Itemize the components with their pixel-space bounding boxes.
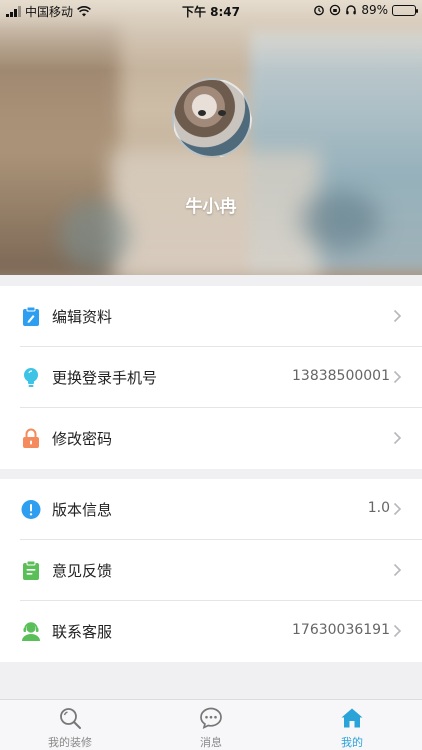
- battery-percent: 89%: [361, 3, 388, 17]
- chevron-right-icon: [393, 624, 402, 638]
- menu-item-label: 意见反馈: [52, 562, 113, 580]
- menu-item-label: 编辑资料: [52, 308, 113, 326]
- status-bar: 中国移动 下午 8:47 89%: [0, 0, 422, 22]
- menu-item-value: 1.0: [367, 500, 390, 516]
- lock-icon: [23, 428, 39, 448]
- menu-item-version[interactable]: 版本信息 1.0: [0, 479, 422, 540]
- orientation-lock-icon: [330, 4, 341, 16]
- chevron-right-icon: [393, 431, 402, 445]
- chat-icon: [200, 707, 222, 730]
- headphones-icon: [346, 5, 357, 15]
- alarm-icon: [314, 5, 325, 16]
- tab-label: 我的装修: [48, 736, 92, 749]
- menu-item-edit-profile[interactable]: 编辑资料: [0, 286, 422, 347]
- battery-icon: [392, 4, 418, 16]
- customer-service-icon: [22, 622, 40, 641]
- username: 牛小冉: [185, 197, 237, 217]
- menu-item-change-phone[interactable]: 更换登录手机号 13838500001: [0, 347, 422, 408]
- settings-group-account: 编辑资料 更换登录手机号 13838500001 修改密码: [0, 286, 422, 469]
- bottom-tab-bar: 我的装修 消息 我的: [0, 699, 422, 750]
- menu-item-customer-service[interactable]: 联系客服 17630036191: [0, 601, 422, 662]
- menu-item-label: 联系客服: [52, 623, 113, 641]
- menu-item-label: 更换登录手机号: [52, 369, 158, 387]
- avatar[interactable]: [172, 78, 252, 158]
- settings-group-about: 版本信息 1.0 意见反馈 联系客服 17630036191: [0, 479, 422, 662]
- menu-item-change-password[interactable]: 修改密码: [0, 408, 422, 469]
- menu-item-feedback[interactable]: 意见反馈: [0, 540, 422, 601]
- clipboard-edit-icon: [23, 306, 39, 326]
- menu-item-label: 版本信息: [52, 501, 113, 519]
- home-icon: [341, 708, 363, 728]
- lightbulb-icon: [24, 368, 38, 387]
- tab-my-renovation[interactable]: 我的装修: [0, 700, 140, 750]
- chevron-right-icon: [393, 309, 402, 323]
- menu-item-label: 修改密码: [52, 430, 113, 448]
- tab-label: 我的: [341, 736, 363, 749]
- info-icon: [21, 500, 41, 519]
- search-icon: [60, 708, 81, 729]
- menu-item-value: 17630036191: [292, 622, 390, 638]
- tab-messages[interactable]: 消息: [141, 700, 281, 750]
- tab-label: 消息: [200, 736, 222, 749]
- chevron-right-icon: [393, 502, 402, 516]
- chevron-right-icon: [393, 563, 402, 577]
- tab-mine[interactable]: 我的: [282, 700, 422, 750]
- chevron-right-icon: [393, 370, 402, 384]
- menu-item-value: 13838500001: [292, 368, 390, 384]
- feedback-clipboard-icon: [23, 560, 39, 580]
